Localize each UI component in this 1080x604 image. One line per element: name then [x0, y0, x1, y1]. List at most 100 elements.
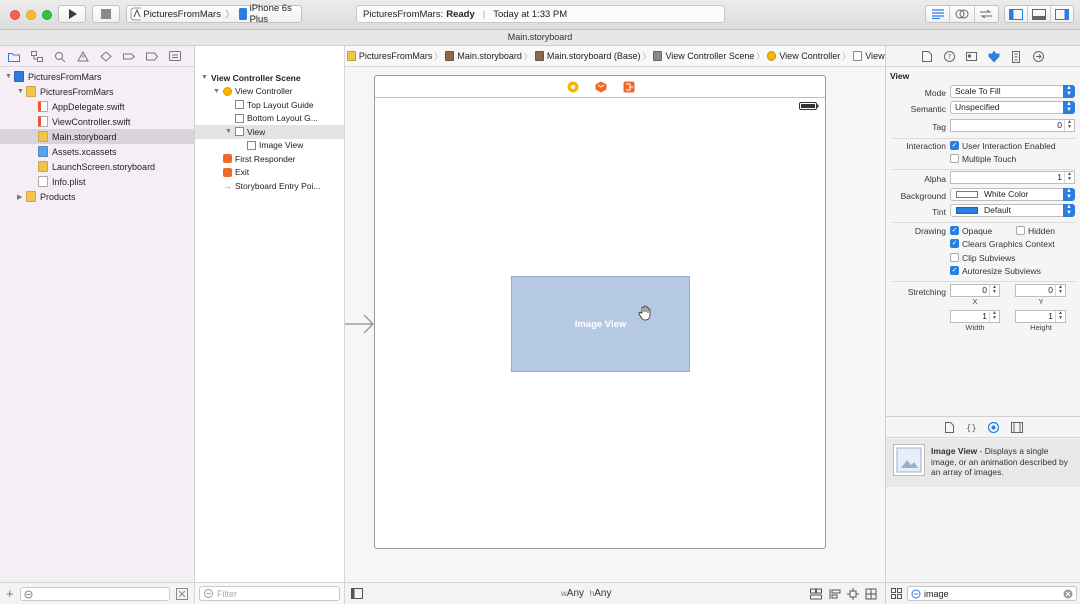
tag-stepper-icon[interactable]: ▲ ▼ [1064, 120, 1074, 131]
file-inspector-icon[interactable] [922, 51, 932, 62]
nav-item[interactable]: LaunchScreen.storyboard [0, 159, 194, 174]
entry-point-arrow-icon[interactable] [344, 312, 376, 336]
user-interaction-checkbox[interactable]: ✓ [950, 141, 959, 150]
library-search-input[interactable]: image [907, 586, 1077, 601]
breadcrumb-item[interactable]: PicturesFromMars〉 [346, 51, 446, 62]
run-button[interactable] [58, 5, 86, 23]
stretch-x-stepper-icon[interactable]: ▲ ▼ [989, 285, 999, 296]
symbol-nav-icon[interactable] [31, 50, 43, 62]
show-outline-icon[interactable] [351, 588, 363, 599]
close-window-button[interactable] [10, 10, 20, 20]
background-popup[interactable]: White Color ▲ ▼ [950, 188, 1075, 201]
outline-item[interactable]: ▼ View [195, 125, 344, 139]
outline-item[interactable]: Bottom Layout G... [195, 112, 344, 126]
outline-item[interactable]: Image View [195, 139, 344, 153]
stretch-x-field[interactable]: 0 ▲ ▼ [950, 284, 1000, 297]
alpha-stepper-icon[interactable]: ▲ ▼ [1064, 172, 1074, 183]
outline-item[interactable]: Top Layout Guide [195, 98, 344, 112]
semantic-popup[interactable]: Unspecified ▲ ▼ [950, 101, 1075, 114]
align-icon[interactable] [829, 588, 841, 600]
stack-icon[interactable] [810, 588, 822, 600]
view-controller-icon[interactable] [567, 81, 579, 93]
media-library-icon[interactable] [1011, 422, 1023, 433]
nav-item[interactable]: Main.storyboard [0, 129, 194, 144]
grid-view-icon[interactable] [891, 588, 902, 599]
nav-item[interactable]: Info.plist [0, 174, 194, 189]
assistant-editor-button[interactable] [950, 6, 975, 22]
size-inspector-icon[interactable] [1012, 51, 1020, 63]
file-template-icon[interactable] [945, 422, 954, 433]
size-class-control[interactable]: wAny hAny [561, 588, 611, 599]
outline-filter-input[interactable]: Filter [199, 586, 340, 601]
disclosure-triangle-icon[interactable]: ▶ [17, 193, 26, 201]
stretch-height-stepper-icon[interactable]: ▲ ▼ [1055, 311, 1065, 322]
nav-item[interactable]: AppDelegate.swift [0, 99, 194, 114]
toggle-utilities-button[interactable] [1051, 6, 1073, 22]
hidden-checkbox[interactable] [1016, 226, 1025, 235]
object-library-icon[interactable] [988, 422, 999, 433]
autoresize-checkbox[interactable]: ✓ [950, 266, 959, 275]
stretch-y-field[interactable]: 0 ▲ ▼ [1015, 284, 1066, 297]
resolve-issues-icon[interactable] [865, 588, 877, 600]
nav-item[interactable]: ViewController.swift [0, 114, 194, 129]
nav-item[interactable]: ▶ Products [0, 189, 194, 204]
clears-graphics-checkbox[interactable]: ✓ [950, 239, 959, 248]
test-nav-icon[interactable] [100, 50, 112, 62]
breakpoint-nav-icon[interactable] [146, 51, 158, 62]
tag-field[interactable]: 0 ▲ ▼ [950, 119, 1075, 132]
outline-item[interactable]: ▼ View Controller [195, 85, 344, 99]
disclosure-triangle-icon[interactable]: ▼ [17, 88, 26, 95]
image-view[interactable]: Image View [511, 276, 690, 372]
first-responder-icon[interactable] [595, 81, 607, 93]
stretch-width-field[interactable]: 1 ▲ ▼ [950, 310, 1000, 323]
disclosure-triangle-icon[interactable]: ▼ [225, 128, 235, 135]
attributes-inspector-icon[interactable] [988, 50, 1000, 63]
exit-icon[interactable] [623, 81, 635, 93]
nav-item[interactable]: Assets.xcassets [0, 144, 194, 159]
outline-item[interactable]: ▼ View Controller Scene [195, 71, 344, 85]
stretch-y-stepper-icon[interactable]: ▲ ▼ [1055, 285, 1065, 296]
zoom-window-button[interactable] [42, 10, 52, 20]
nav-item[interactable]: ▼ PicturesFromMars [0, 84, 194, 99]
view-controller-scene[interactable]: Image View [374, 75, 826, 549]
mode-popup[interactable]: Scale To Fill ▲ ▼ [950, 85, 1075, 98]
clip-subviews-checkbox[interactable] [950, 253, 959, 262]
breadcrumb-item[interactable]: View [853, 51, 885, 61]
scheme-selector[interactable]: PicturesFromMars 〉 iPhone 6s Plus [126, 3, 302, 25]
disclosure-triangle-icon[interactable]: ▼ [5, 73, 14, 80]
disclosure-triangle-icon[interactable]: ▼ [213, 88, 223, 95]
identity-inspector-icon[interactable] [966, 51, 977, 62]
connections-inspector-icon[interactable] [1033, 51, 1044, 62]
outline-item[interactable]: Exit [195, 166, 344, 180]
clear-search-icon[interactable] [1063, 589, 1073, 599]
library-item-image-view[interactable]: Image View - Displays a single image, or… [886, 439, 1080, 487]
version-editor-button[interactable] [975, 6, 998, 22]
outline-item[interactable]: → Storyboard Entry Poi... [195, 179, 344, 193]
multiple-touch-checkbox[interactable] [950, 154, 959, 163]
breadcrumb-item[interactable]: Main.storyboard (Base) 〉 [534, 51, 654, 62]
folder-nav-icon[interactable] [8, 51, 20, 62]
pin-icon[interactable] [847, 588, 859, 600]
stretch-width-stepper-icon[interactable]: ▲ ▼ [989, 311, 999, 322]
quick-help-icon[interactable]: ? [944, 51, 955, 62]
code-snippet-icon[interactable]: {} [966, 422, 978, 433]
report-nav-icon[interactable] [169, 50, 181, 62]
toggle-navigator-button[interactable] [1005, 6, 1028, 22]
breadcrumb-item[interactable]: View Controller 〉 [767, 51, 853, 62]
debug-nav-icon[interactable] [123, 51, 135, 62]
standard-editor-button[interactable] [926, 6, 951, 22]
breadcrumb-item[interactable]: View Controller Scene 〉 [653, 51, 767, 62]
disclosure-triangle-icon[interactable]: ▼ [201, 74, 211, 81]
alpha-field[interactable]: 1 ▲ ▼ [950, 171, 1075, 184]
toggle-debug-area-button[interactable] [1028, 6, 1051, 22]
filter-options-icon[interactable] [176, 588, 188, 600]
stop-button[interactable] [92, 5, 120, 23]
stretch-height-field[interactable]: 1 ▲ ▼ [1015, 310, 1066, 323]
search-nav-icon[interactable] [54, 51, 66, 62]
outline-item[interactable]: First Responder [195, 152, 344, 166]
navigator-filter-input[interactable] [20, 587, 170, 601]
tint-popup[interactable]: Default ▲ ▼ [950, 204, 1075, 217]
nav-item[interactable]: ▼ PicturesFromMars [0, 69, 194, 84]
minimize-window-button[interactable] [26, 10, 36, 20]
opaque-checkbox[interactable]: ✓ [950, 226, 959, 235]
